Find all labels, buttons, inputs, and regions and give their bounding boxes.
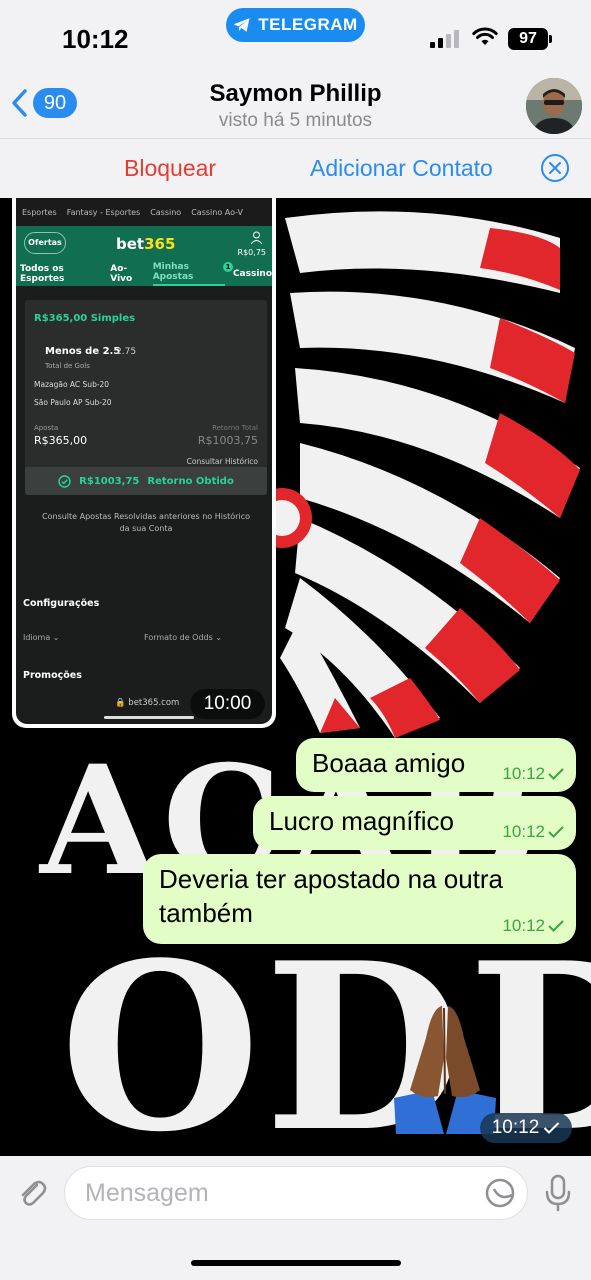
- check-icon: [548, 826, 564, 838]
- battery-indicator: 97: [508, 28, 548, 50]
- bet-selection: Menos de 2.5: [45, 346, 121, 357]
- nav-item: Esportes: [22, 207, 57, 217]
- contact-name[interactable]: Saymon Phillip: [0, 80, 591, 108]
- url-bar: 🔒 bet365.com: [115, 698, 180, 708]
- promotions-heading: Promoções: [23, 670, 82, 681]
- bet365-top-nav: Esportes Fantasy - Esportes Cassino Cass…: [16, 198, 272, 226]
- tab-live: Ao-Vivo: [110, 264, 133, 284]
- emoji-message[interactable]: [392, 998, 498, 1138]
- return-result-bar: R$1003,75 Retorno Obtido: [25, 467, 267, 495]
- message-meta: 10:12: [502, 764, 564, 784]
- screenshot-home-indicator: [104, 716, 194, 719]
- team-away: São Paulo AP Sub-20: [34, 398, 112, 407]
- mic-icon[interactable]: [543, 1174, 573, 1212]
- nav-item: Cassino Ao-V: [191, 207, 244, 217]
- result-amount: R$1003,75: [79, 475, 140, 487]
- bet365-logo: bet365: [116, 235, 176, 253]
- tab-my-bets: Minhas Apostas: [152, 262, 225, 286]
- chat-header: 90 Saymon Phillip visto há 5 minutos: [0, 76, 591, 138]
- settings-heading: Configurações: [23, 598, 100, 609]
- consult-text: Consulte Apostas Resolvidas anteriores n…: [42, 512, 250, 533]
- signal-icon: [430, 30, 459, 48]
- telegram-pill-label: TELEGRAM: [258, 15, 358, 34]
- bet365-header: Ofertas bet365 R$0,75: [16, 226, 272, 262]
- action-bar: Bloquear Adicionar Contato: [0, 138, 591, 198]
- bet-title: R$365,00 Simples: [34, 313, 136, 324]
- bet-market: Total de Gols: [45, 362, 90, 370]
- home-indicator[interactable]: [191, 1260, 401, 1266]
- attach-icon[interactable]: [15, 1176, 49, 1210]
- last-seen-status: visto há 5 minutos: [218, 110, 373, 131]
- return-label: Retorno Total: [212, 424, 258, 432]
- language-select: Idioma ⌄: [23, 633, 60, 642]
- nav-item: Cassino: [150, 207, 182, 217]
- balance: R$0,75: [237, 248, 266, 257]
- block-button[interactable]: Bloquear: [124, 155, 216, 182]
- outgoing-message[interactable]: Lucro magnífico 10:12: [253, 796, 576, 850]
- bet-card: R$365,00 Simples Menos de 2.5 2.75 Total…: [25, 300, 267, 495]
- status-time: 10:12: [62, 24, 129, 54]
- message-meta: 10:12: [502, 822, 564, 842]
- return-value: R$1003,75: [197, 434, 258, 447]
- stake-value: R$365,00: [34, 434, 88, 447]
- praying-hands-icon: [394, 1006, 496, 1134]
- tab-casino: Cassino: [232, 269, 272, 279]
- telegram-icon: [234, 18, 250, 32]
- history-link: Consultar Histórico: [186, 457, 258, 466]
- add-contact-button[interactable]: Adicionar Contato: [310, 155, 493, 182]
- tab-badge: 1: [223, 262, 233, 272]
- message-time: 10:00: [190, 689, 265, 719]
- status-bar: 10:12 TELEGRAM 97: [0, 0, 591, 76]
- tab-all-sports: Todos os Esportes: [20, 264, 65, 284]
- avatar[interactable]: [526, 78, 582, 134]
- battery-cap: [549, 35, 552, 43]
- outgoing-message[interactable]: Deveria ter apostado na outra também 10:…: [143, 854, 576, 944]
- emoji-message-time: 10:12: [491, 1117, 540, 1138]
- check-icon: [548, 768, 564, 780]
- message-meta: 10:12: [502, 916, 564, 936]
- message-input[interactable]: Mensagem: [64, 1166, 528, 1220]
- telegram-pill[interactable]: TELEGRAM: [226, 8, 365, 42]
- message-text: Lucro magnífico: [269, 806, 454, 836]
- message-text: Boaaa amigo: [312, 748, 466, 778]
- odds-format-select: Formato de Odds ⌄: [144, 633, 223, 642]
- wifi-icon: [472, 27, 498, 45]
- outgoing-message[interactable]: Boaaa amigo 10:12: [296, 738, 576, 792]
- team-home: Mazagão AC Sub-20: [34, 380, 110, 389]
- screenshot-message[interactable]: Esportes Fantasy - Esportes Cassino Cass…: [12, 198, 276, 728]
- sticker-icon[interactable]: [484, 1177, 516, 1209]
- close-icon[interactable]: [540, 153, 570, 183]
- bet365-tabs: Todos os Esportes Ao-Vivo Minhas Apostas…: [16, 262, 272, 286]
- result-label: Retorno Obtido: [147, 475, 234, 487]
- offers-button: Ofertas: [24, 232, 66, 254]
- user-icon: [250, 231, 263, 245]
- check-circle-icon: [58, 474, 71, 488]
- bet365-screenshot: Esportes Fantasy - Esportes Cassino Cass…: [16, 198, 272, 724]
- bet-odds: 2.75: [116, 347, 137, 357]
- check-icon: [544, 1122, 560, 1134]
- stake-label: Aposta: [34, 424, 59, 432]
- nav-item: Fantasy - Esportes: [66, 207, 141, 217]
- emoji-message-meta: 10:12: [480, 1113, 572, 1143]
- check-icon: [548, 920, 564, 932]
